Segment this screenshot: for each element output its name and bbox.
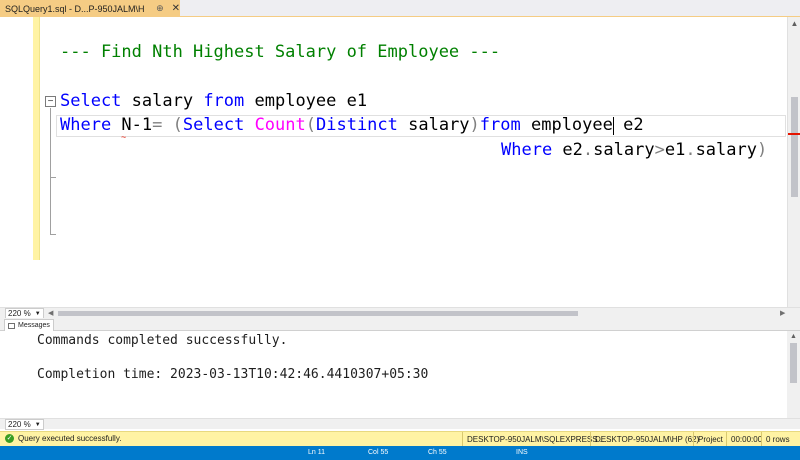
messages-vertical-scrollbar[interactable]: ▲ [787,331,800,418]
checkmark-icon: ✓ [5,434,14,443]
outline-tick [50,177,56,178]
app-status-bar: Ln 11 Col 55 Ch 55 INS [0,446,800,460]
user-name: DESKTOP-950JALM\HP (62) [590,432,703,447]
scroll-up-icon[interactable]: ▲ [788,19,800,28]
document-tab-strip: SQLQuery1.sql - D...P-950JALM\HP (62))* … [0,0,800,17]
change-tracking-bar [33,17,40,260]
query-tab[interactable]: SQLQuery1.sql - D...P-950JALM\HP (62))* … [0,0,180,17]
scroll-up-icon[interactable]: ▲ [787,333,800,340]
error-squiggle: ~ [121,132,127,142]
code-line-3: Where e2.salary>e1.salary) [501,140,768,160]
text-caret [613,117,614,135]
code-line-2: Where N-1= (Select Count(Distinct salary… [60,115,644,135]
scroll-thumb[interactable] [791,97,798,197]
messages-pane[interactable]: Commands completed successfully. Complet… [0,331,800,418]
outline-guide [50,108,51,234]
query-status-bar: ✓ Query executed successfully. DESKTOP-9… [0,431,800,447]
outline-end [50,234,56,235]
editor-margin [0,17,33,307]
collapse-icon[interactable]: − [45,96,56,107]
horizontal-scroll-thumb[interactable] [58,311,578,316]
chevron-down-icon: ▼ [34,421,41,428]
row-count: 0 rows [761,432,794,447]
line-number: Ln 11 [308,449,325,456]
scroll-thumb[interactable] [790,343,797,383]
comment-line: --- Find Nth Highest Salary of Employee … [60,42,501,62]
char-number: Ch 55 [428,449,447,456]
query-status-message: ✓ Query executed successfully. [5,434,122,443]
database-name: Project [693,432,727,447]
code-line-1: Select salary from employee e1 [60,91,368,111]
editor-vertical-scrollbar[interactable]: ▲ [787,17,800,307]
server-name: DESKTOP-950JALM\SQLEXPRESS ... [462,432,610,447]
tab-title: SQLQuery1.sql - D...P-950JALM\HP (62))* [5,3,145,14]
message-line: Completion time: 2023-03-13T10:42:46.441… [37,367,429,382]
insert-mode: INS [516,449,528,456]
sql-editor[interactable]: --- Find Nth Highest Salary of Employee … [0,17,800,307]
messages-icon [8,322,15,329]
error-marker [788,133,800,135]
pin-icon[interactable]: ⊕ [156,3,164,14]
scroll-left-icon[interactable]: ◀ [48,309,53,317]
chevron-down-icon: ▼ [34,310,41,317]
message-line: Commands completed successfully. [37,333,288,348]
results-tab-strip: Messages [0,318,800,331]
scroll-right-icon[interactable]: ▶ [780,309,785,317]
column-number: Col 55 [368,449,389,456]
tab-messages[interactable]: Messages [4,319,54,331]
editor-horizontal-scrollbar[interactable]: 220 % ▼ ◀ ▶ [0,307,800,319]
messages-zoom-select[interactable]: 220 % ▼ [5,419,44,430]
close-icon[interactable]: ✕ [172,3,180,14]
messages-horizontal-scrollbar[interactable]: 220 % ▼ [0,418,800,430]
